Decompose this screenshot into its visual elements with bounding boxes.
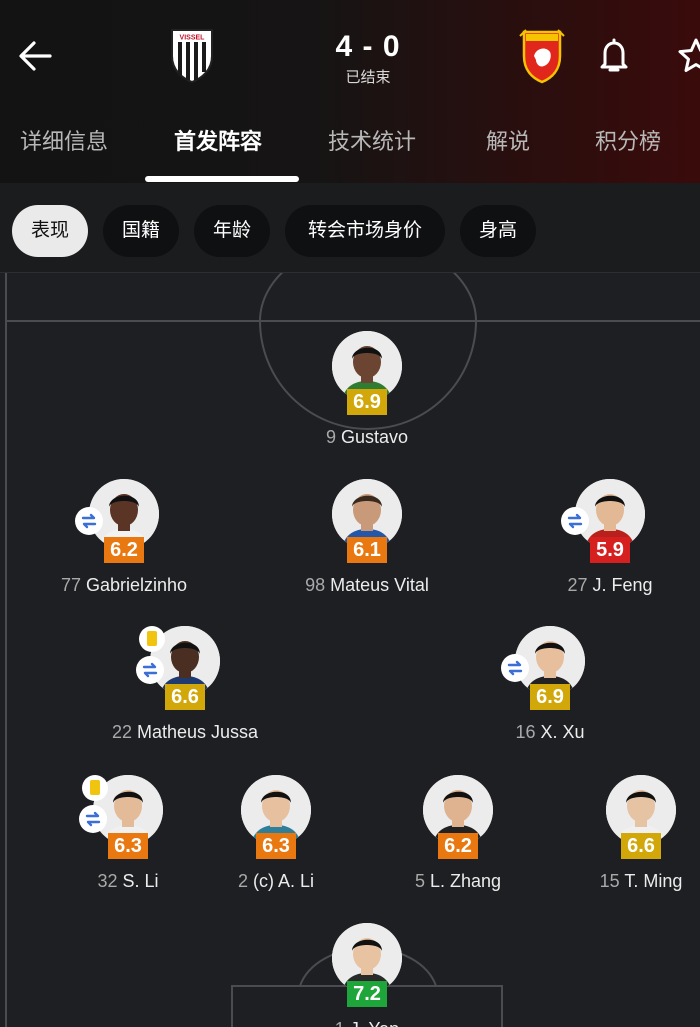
tab-lineup[interactable]: 首发阵容 — [174, 124, 262, 156]
back-arrow-icon[interactable] — [14, 34, 58, 78]
player-number: 15 — [599, 871, 625, 891]
yellow-card-icon — [139, 626, 165, 652]
player-name: 16 X. Xu — [430, 722, 670, 743]
match-header: VISSEL 4 - 0 已结束 详细信息 首发阵容 技术统计 解说 积分榜 — [0, 0, 700, 183]
player-rating-badge: 7.2 — [347, 981, 387, 1007]
player-rating-badge: 6.6 — [165, 684, 205, 710]
lineup-filter-bar: 表现 国籍 年龄 转会市场身价 身高 — [0, 183, 700, 273]
filter-height[interactable]: 身高 — [460, 205, 536, 257]
player-number: 5 — [414, 871, 430, 891]
player-name-text: J. Feng — [592, 575, 653, 595]
player-name: 98 Mateus Vital — [247, 575, 487, 596]
player-name-text: X. Xu — [540, 722, 585, 742]
player-name-text: Mateus Vital — [330, 575, 429, 595]
player-name: 27 J. Feng — [490, 575, 700, 596]
player-name: 15 T. Ming — [521, 871, 700, 892]
player-rating-badge: 6.3 — [108, 833, 148, 859]
match-status: 已结束 — [345, 69, 391, 86]
player-number: 1 — [335, 1019, 350, 1027]
bell-icon[interactable] — [596, 36, 632, 76]
filter-age[interactable]: 年龄 — [194, 205, 270, 257]
player-rating-badge: 6.6 — [621, 833, 661, 859]
player-name-text: (c) A. Li — [253, 871, 315, 891]
player-card[interactable]: 6.1 98 Mateus Vital — [277, 479, 457, 607]
player-name-text: Matheus Jussa — [136, 722, 259, 742]
filter-performance[interactable]: 表现 — [12, 205, 88, 257]
active-tab-indicator — [145, 176, 299, 182]
player-number: 77 — [60, 575, 86, 595]
player-rating-badge: 6.2 — [104, 537, 144, 563]
player-number: 22 — [111, 722, 137, 742]
player-name: 77 Gabrielzinho — [4, 575, 244, 596]
player-name: 22 Matheus Jussa — [65, 722, 305, 743]
tab-stats[interactable]: 技术统计 — [328, 124, 416, 156]
substitution-icon — [79, 805, 107, 833]
home-team-logo[interactable]: VISSEL — [164, 26, 220, 84]
player-number: 98 — [305, 575, 331, 595]
player-name-text: S. Li — [122, 871, 159, 891]
player-name-text: J. Yan — [350, 1019, 399, 1027]
player-rating-badge: 6.9 — [347, 389, 387, 415]
away-team-logo[interactable] — [514, 26, 570, 84]
player-name-text: Gabrielzinho — [85, 575, 188, 595]
substitution-icon — [136, 656, 164, 684]
filter-market-value[interactable]: 转会市场身价 — [285, 205, 445, 257]
player-rating-badge: 6.3 — [256, 833, 296, 859]
player-card[interactable]: 6.9 9 Gustavo — [277, 331, 457, 459]
substitution-icon — [561, 507, 589, 535]
substitution-icon — [501, 654, 529, 682]
filter-nationality[interactable]: 国籍 — [103, 205, 179, 257]
player-card[interactable]: 6.6 22 Matheus Jussa — [95, 626, 275, 754]
substitution-icon — [75, 507, 103, 535]
player-name: 9 Gustavo — [247, 427, 487, 448]
player-name: 1 J. Yan — [247, 1019, 487, 1027]
player-rating-badge: 5.9 — [590, 537, 630, 563]
player-name-text: L. Zhang — [429, 871, 502, 891]
player-name-text: Gustavo — [340, 427, 409, 447]
player-rating-badge: 6.1 — [347, 537, 387, 563]
player-card[interactable]: 5.9 27 J. Feng — [520, 479, 700, 607]
tab-commentary[interactable]: 解说 — [486, 124, 530, 156]
player-number: 9 — [325, 427, 341, 447]
player-card[interactable]: 6.6 15 T. Ming — [551, 775, 700, 903]
star-icon[interactable] — [676, 36, 700, 76]
player-rating-badge: 6.2 — [438, 833, 478, 859]
player-card[interactable]: 6.2 77 Gabrielzinho — [34, 479, 214, 607]
svg-text:VISSEL: VISSEL — [180, 35, 206, 42]
player-number: 2 — [237, 871, 253, 891]
player-card[interactable]: 7.2 1 J. Yan — [277, 923, 457, 1027]
player-card[interactable]: 6.9 16 X. Xu — [460, 626, 640, 754]
player-number: 16 — [515, 722, 541, 742]
player-number: 32 — [97, 871, 123, 891]
match-score: 4 - 0 — [335, 30, 401, 63]
player-rating-badge: 6.9 — [530, 684, 570, 710]
yellow-card-icon — [82, 775, 108, 801]
match-tabs: 详细信息 首发阵容 技术统计 解说 积分榜 — [0, 118, 700, 183]
tab-details[interactable]: 详细信息 — [20, 124, 108, 156]
lineup-pitch: 6.9 9 Gustavo 6.2 77 Gabrielzinho 6.1 98 Mate… — [0, 273, 700, 1027]
player-number: 27 — [567, 575, 593, 595]
player-name-text: T. Ming — [624, 871, 683, 891]
tab-standings[interactable]: 积分榜 — [595, 124, 661, 156]
